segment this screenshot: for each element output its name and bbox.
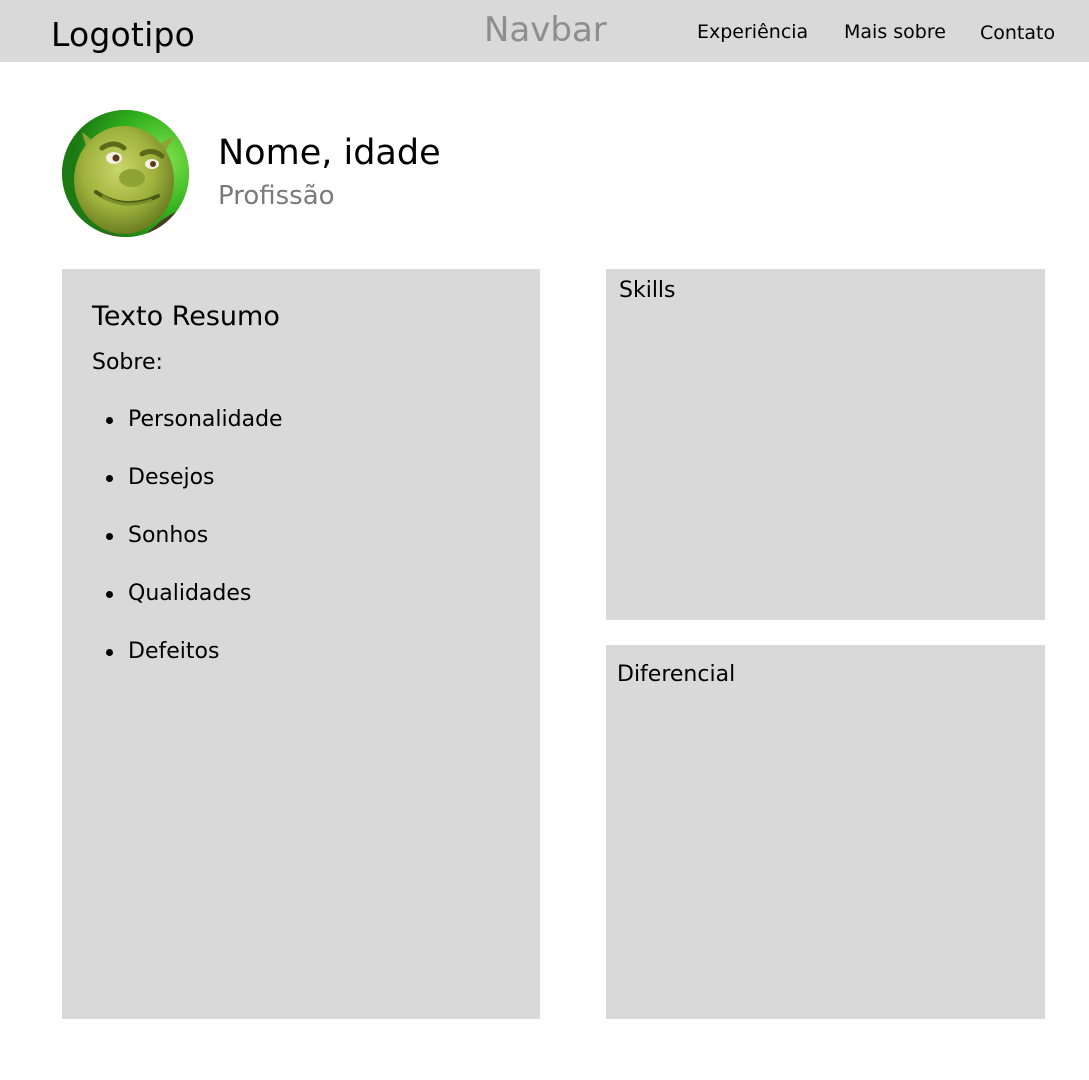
list-item: Personalidade <box>106 405 283 463</box>
bullet-icon <box>106 649 113 656</box>
nav-link-mais-sobre[interactable]: Mais sobre <box>844 19 946 45</box>
nav-link-contato[interactable]: Contato <box>980 20 1055 46</box>
list-item: Sonhos <box>106 521 283 579</box>
list-item-label: Personalidade <box>128 407 283 432</box>
bullet-icon <box>106 417 113 424</box>
profile-photo-icon <box>62 110 189 237</box>
bullet-icon <box>106 591 113 598</box>
profile-name: Nome, idade <box>218 133 441 173</box>
logo[interactable]: Logotipo <box>51 13 195 57</box>
list-item: Defeitos <box>106 637 283 695</box>
list-item: Qualidades <box>106 579 283 637</box>
nav-link-experiencia[interactable]: Experiência <box>697 19 808 45</box>
avatar <box>62 110 189 237</box>
skills-panel: Skills <box>606 269 1045 620</box>
profile-profession: Profissão <box>218 181 335 211</box>
list-item-label: Defeitos <box>128 639 220 664</box>
summary-subtitle: Sobre: <box>92 350 163 375</box>
list-item-label: Qualidades <box>128 581 252 606</box>
navbar-title: Navbar <box>484 10 607 50</box>
list-item: Desejos <box>106 463 283 521</box>
diferencial-panel: Diferencial <box>606 645 1045 1019</box>
summary-title: Texto Resumo <box>92 301 280 332</box>
list-item-label: Desejos <box>128 465 215 490</box>
bullet-icon <box>106 475 113 482</box>
summary-panel: Texto Resumo Sobre: Personalidade Desejo… <box>62 269 540 1019</box>
navbar: Logotipo Navbar Experiência Mais sobre C… <box>0 0 1089 62</box>
diferencial-label: Diferencial <box>617 662 736 687</box>
skills-label: Skills <box>619 278 676 303</box>
list-item-label: Sonhos <box>128 523 209 548</box>
summary-list: Personalidade Desejos Sonhos Qualidades … <box>92 405 283 695</box>
bullet-icon <box>106 533 113 540</box>
